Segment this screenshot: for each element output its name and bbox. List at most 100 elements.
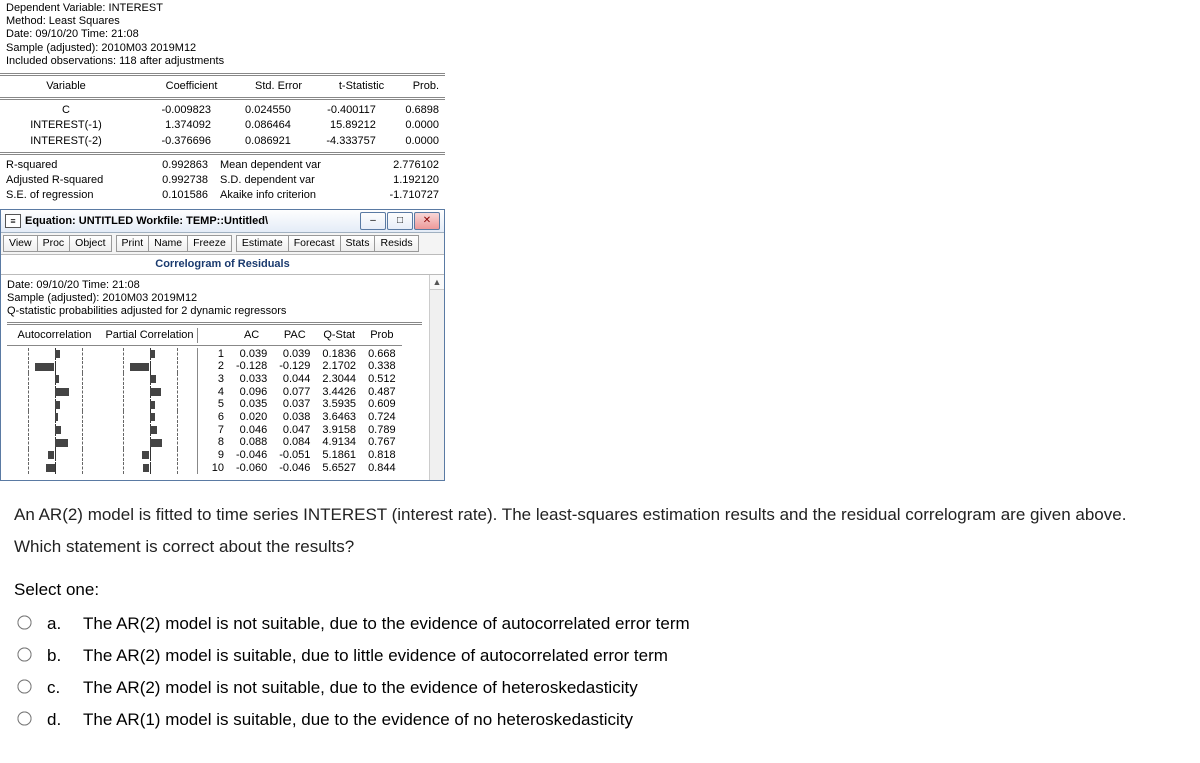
prob-cell: 0.609 xyxy=(362,398,402,411)
bar-cell xyxy=(105,386,195,398)
coef-p: 0.6898 xyxy=(382,103,445,118)
toolbar-freeze-button[interactable]: Freeze xyxy=(187,235,232,252)
corr-row: 9-0.046-0.0515.18610.818 xyxy=(7,449,402,462)
toolbar-object-button[interactable]: Object xyxy=(69,235,111,252)
lag-cell: 6 xyxy=(198,411,231,424)
corr-row: 60.0200.0383.64630.724 xyxy=(7,411,402,424)
prob-cell: 0.668 xyxy=(362,348,402,361)
bar-cell xyxy=(105,361,195,373)
hdr-autocorrelation: Autocorrelation xyxy=(7,328,102,343)
stat-label: Akaike info criterion xyxy=(214,188,364,203)
corr-row: 50.0350.0373.59350.609 xyxy=(7,398,402,411)
bar-cell xyxy=(10,424,100,436)
coef-var: C xyxy=(0,103,132,118)
bar-cell xyxy=(105,437,195,449)
select-one-label: Select one: xyxy=(0,570,1200,604)
sub-caption: Correlogram of Residuals xyxy=(1,255,444,275)
toolbar-estimate-button[interactable]: Estimate xyxy=(236,235,289,252)
bar-cell xyxy=(105,462,195,474)
subwindow-titlebar[interactable]: ≡ Equation: UNTITLED Workfile: TEMP::Unt… xyxy=(1,210,444,233)
toolbar-view-button[interactable]: View xyxy=(3,235,38,252)
stat-value: 1.192120 xyxy=(364,173,446,188)
estimation-header: Dependent Variable: INTEREST Method: Lea… xyxy=(0,0,445,70)
corr-sample-line: Sample (adjusted): 2010M03 2019M12 xyxy=(7,292,422,305)
coef-val: 1.374092 xyxy=(132,118,217,133)
ac-cell: 0.020 xyxy=(230,411,273,424)
bar-cell xyxy=(105,373,195,385)
hdr-prob: Prob xyxy=(362,328,402,343)
coef-p: 0.0000 xyxy=(382,134,445,149)
correlogram-table: AutocorrelationPartial CorrelationACPACQ… xyxy=(7,328,402,475)
option-letter: d. xyxy=(47,710,67,730)
stat-label: S.E. of regression xyxy=(0,188,132,203)
rule xyxy=(7,322,422,325)
corr-row: 10.0390.0390.18360.668 xyxy=(7,348,402,361)
stats-row: Adjusted R-squared0.992738S.D. dependent… xyxy=(0,173,445,188)
option-a[interactable]: a.The AR(2) model is not suitable, due t… xyxy=(12,608,1200,640)
corr-qnote-line: Q-statistic probabilities adjusted for 2… xyxy=(7,305,422,318)
qstat-cell: 5.6527 xyxy=(316,462,362,475)
prob-cell: 0.844 xyxy=(362,462,402,475)
scroll-up-icon[interactable]: ▲ xyxy=(430,275,444,290)
toolbar-name-button[interactable]: Name xyxy=(148,235,188,252)
hdr-variable: Variable xyxy=(0,79,132,94)
lag-cell: 8 xyxy=(198,436,231,449)
lag-cell: 1 xyxy=(198,348,231,361)
toolbar-stats-button[interactable]: Stats xyxy=(340,235,376,252)
hdr-pac: PAC xyxy=(273,328,316,343)
pac-cell: 0.077 xyxy=(273,386,316,399)
option-letter: c. xyxy=(47,678,67,698)
ac-bar xyxy=(7,462,102,475)
maximize-button[interactable]: □ xyxy=(387,212,413,230)
pac-cell: 0.084 xyxy=(273,436,316,449)
toolbar-forecast-button[interactable]: Forecast xyxy=(288,235,341,252)
corr-row: 70.0460.0473.91580.789 xyxy=(7,424,402,437)
option-radio[interactable] xyxy=(17,711,31,725)
ac-bar xyxy=(7,436,102,449)
option-b[interactable]: b.The AR(2) model is suitable, due to li… xyxy=(12,640,1200,672)
prob-cell: 0.512 xyxy=(362,373,402,386)
coef-t: 15.89212 xyxy=(297,118,382,133)
scrollbar[interactable]: ▲ xyxy=(429,275,444,480)
pac-cell: -0.129 xyxy=(273,360,316,373)
coef-row: INTEREST(-2)-0.3766960.086921-4.3337570.… xyxy=(0,134,445,149)
rule xyxy=(0,73,445,76)
bar-cell xyxy=(105,348,195,360)
hdr-partial-correlation: Partial Correlation xyxy=(102,328,198,343)
coef-val: -0.009823 xyxy=(132,103,217,118)
ac-cell: 0.088 xyxy=(230,436,273,449)
corr-row: 2-0.128-0.1292.17020.338 xyxy=(7,360,402,373)
included-line: Included observations: 118 after adjustm… xyxy=(6,55,439,68)
stat-label: R-squared xyxy=(0,158,132,173)
bar-cell xyxy=(10,361,100,373)
option-radio[interactable] xyxy=(17,615,31,629)
toolbar-proc-button[interactable]: Proc xyxy=(37,235,71,252)
stat-label: Mean dependent var xyxy=(214,158,364,173)
close-button[interactable]: ✕ xyxy=(414,212,440,230)
toolbar-resids-button[interactable]: Resids xyxy=(374,235,418,252)
coef-t: -4.333757 xyxy=(297,134,382,149)
coef-var: INTEREST(-1) xyxy=(0,118,132,133)
option-radio[interactable] xyxy=(17,679,31,693)
lag-cell: 2 xyxy=(198,360,231,373)
prob-cell: 0.724 xyxy=(362,411,402,424)
qstat-cell: 2.3044 xyxy=(316,373,362,386)
question-line-1: An AR(2) model is fitted to time series … xyxy=(14,499,1186,531)
ac-cell: 0.035 xyxy=(230,398,273,411)
minimize-button[interactable]: – xyxy=(360,212,386,230)
toolbar-print-button[interactable]: Print xyxy=(116,235,150,252)
sample-line: Sample (adjusted): 2010M03 2019M12 xyxy=(6,42,439,55)
ac-cell: 0.039 xyxy=(230,348,273,361)
stats-row: R-squared0.992863Mean dependent var2.776… xyxy=(0,158,445,173)
coef-header-row: Variable Coefficient Std. Error t-Statis… xyxy=(0,79,445,94)
pac-bar xyxy=(102,424,198,437)
option-radio[interactable] xyxy=(17,647,31,661)
ac-bar xyxy=(7,386,102,399)
prob-cell: 0.767 xyxy=(362,436,402,449)
bar-cell xyxy=(10,449,100,461)
pac-cell: 0.037 xyxy=(273,398,316,411)
option-d[interactable]: d.The AR(1) model is suitable, due to th… xyxy=(12,704,1200,736)
option-c[interactable]: c.The AR(2) model is not suitable, due t… xyxy=(12,672,1200,704)
coef-se: 0.024550 xyxy=(217,103,297,118)
answer-options: a.The AR(2) model is not suitable, due t… xyxy=(0,604,1200,756)
